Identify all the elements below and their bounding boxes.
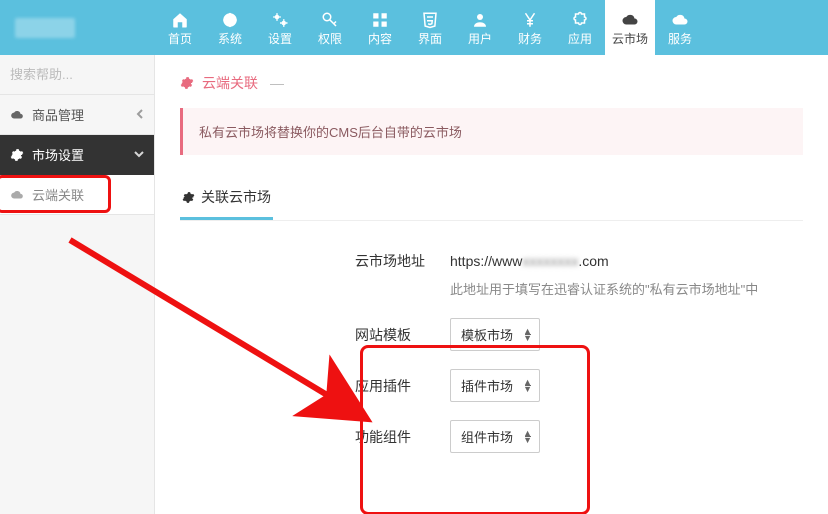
nav-cloud[interactable]: 云市场 [605,0,655,55]
chevron-updown-icon: ▲▼ [523,430,532,444]
nav-home[interactable]: 首页 [155,0,205,55]
value-url: https://wwwxxxxxxxx.com [450,253,609,269]
nav-label: 云市场 [612,33,648,45]
nav-label: 用户 [468,33,492,45]
nav-label: 设置 [268,33,292,45]
url-prefix: https://www [450,253,522,269]
label-0: 网站模板 [355,325,430,345]
select-0[interactable]: 模板市场▲▼ [450,318,540,351]
chevron-icon [134,148,144,162]
nav-label: 首页 [168,33,192,45]
cloud-icon [10,188,24,202]
html5-icon [421,11,439,29]
sidebar-item-2[interactable]: 云端关联 [0,175,154,215]
puzzle-icon [571,11,589,29]
nav-puzzle[interactable]: 应用 [555,0,605,55]
nav-cogs[interactable]: 设置 [255,0,305,55]
sidebar-label: 市场设置 [32,145,126,164]
select-1[interactable]: 插件市场▲▼ [450,369,540,402]
row-select-1: 应用插件插件市场▲▼ [355,369,803,402]
cloud-icon [10,108,24,122]
hint-url: 此地址用于填写在迅睿认证系统的"私有云市场地址"中 [450,279,803,298]
tab-label: 关联云市场 [201,187,271,207]
sidebar-search[interactable] [0,55,154,95]
main-content: 云端关联 — 私有云市场将替换你的CMS后台自带的云市场 关联云市场 云市场地址… [155,55,828,514]
tab-link-market[interactable]: 关联云市场 [180,175,273,220]
globe-icon [221,11,239,29]
nav-globe[interactable]: 系统 [205,0,255,55]
nav-label: 财务 [518,33,542,45]
nav-label: 应用 [568,33,592,45]
user-icon [471,11,489,29]
nav-cloud[interactable]: 服务 [655,0,705,55]
alert-text: 私有云市场将替换你的CMS后台自带的云市场 [199,125,462,140]
yen-icon [521,11,539,29]
nav-html5[interactable]: 界面 [405,0,455,55]
gear-icon [180,76,194,90]
logo [0,0,155,55]
url-blur: xxxxxxxx [522,253,578,269]
row-select-2: 功能组件组件市场▲▼ [355,420,803,453]
sidebar-label: 云端关联 [32,185,144,204]
top-nav: 首页 系统 设置 权限 内容 界面 用户 财务 应用 云市场 服务 [0,0,828,55]
nav-items: 首页 系统 设置 权限 内容 界面 用户 财务 应用 云市场 服务 [155,0,705,55]
nav-label: 界面 [418,33,442,45]
breadcrumb-dash: — [270,75,284,91]
form: 云市场地址 https://wwwxxxxxxxx.com 此地址用于填写在迅睿… [155,221,828,453]
url-suffix: .com [578,253,608,269]
nav-label: 内容 [368,33,392,45]
select-2[interactable]: 组件市场▲▼ [450,420,540,453]
alert-banner: 私有云市场将替换你的CMS后台自带的云市场 [180,108,803,155]
sidebar-item-1[interactable]: 市场设置 [0,135,154,175]
chevron-updown-icon: ▲▼ [523,379,532,393]
label-2: 功能组件 [355,427,430,447]
breadcrumb-title: 云端关联 [202,73,258,93]
tabs: 关联云市场 [180,175,803,221]
key-icon [321,11,339,29]
sidebar-item-0[interactable]: 商品管理 [0,95,154,135]
nav-user[interactable]: 用户 [455,0,505,55]
gear-icon [10,148,24,162]
cogs-icon [271,11,289,29]
nav-label: 系统 [218,33,242,45]
grid-icon [371,11,389,29]
cloud-icon [671,11,689,29]
label-url: 云市场地址 [355,251,430,271]
chevron-updown-icon: ▲▼ [523,328,532,342]
breadcrumb: 云端关联 — [155,55,828,103]
nav-label: 权限 [318,33,342,45]
nav-key[interactable]: 权限 [305,0,355,55]
gear-icon [182,191,195,204]
row-select-0: 网站模板模板市场▲▼ [355,318,803,351]
row-url: 云市场地址 https://wwwxxxxxxxx.com [355,251,803,271]
sidebar: 商品管理市场设置云端关联 [0,55,155,514]
chevron-icon [136,108,144,122]
nav-grid[interactable]: 内容 [355,0,405,55]
sidebar-label: 商品管理 [32,105,128,124]
cloud-icon [621,11,639,29]
home-icon [171,11,189,29]
nav-label: 服务 [668,33,692,45]
label-1: 应用插件 [355,376,430,396]
nav-yen[interactable]: 财务 [505,0,555,55]
